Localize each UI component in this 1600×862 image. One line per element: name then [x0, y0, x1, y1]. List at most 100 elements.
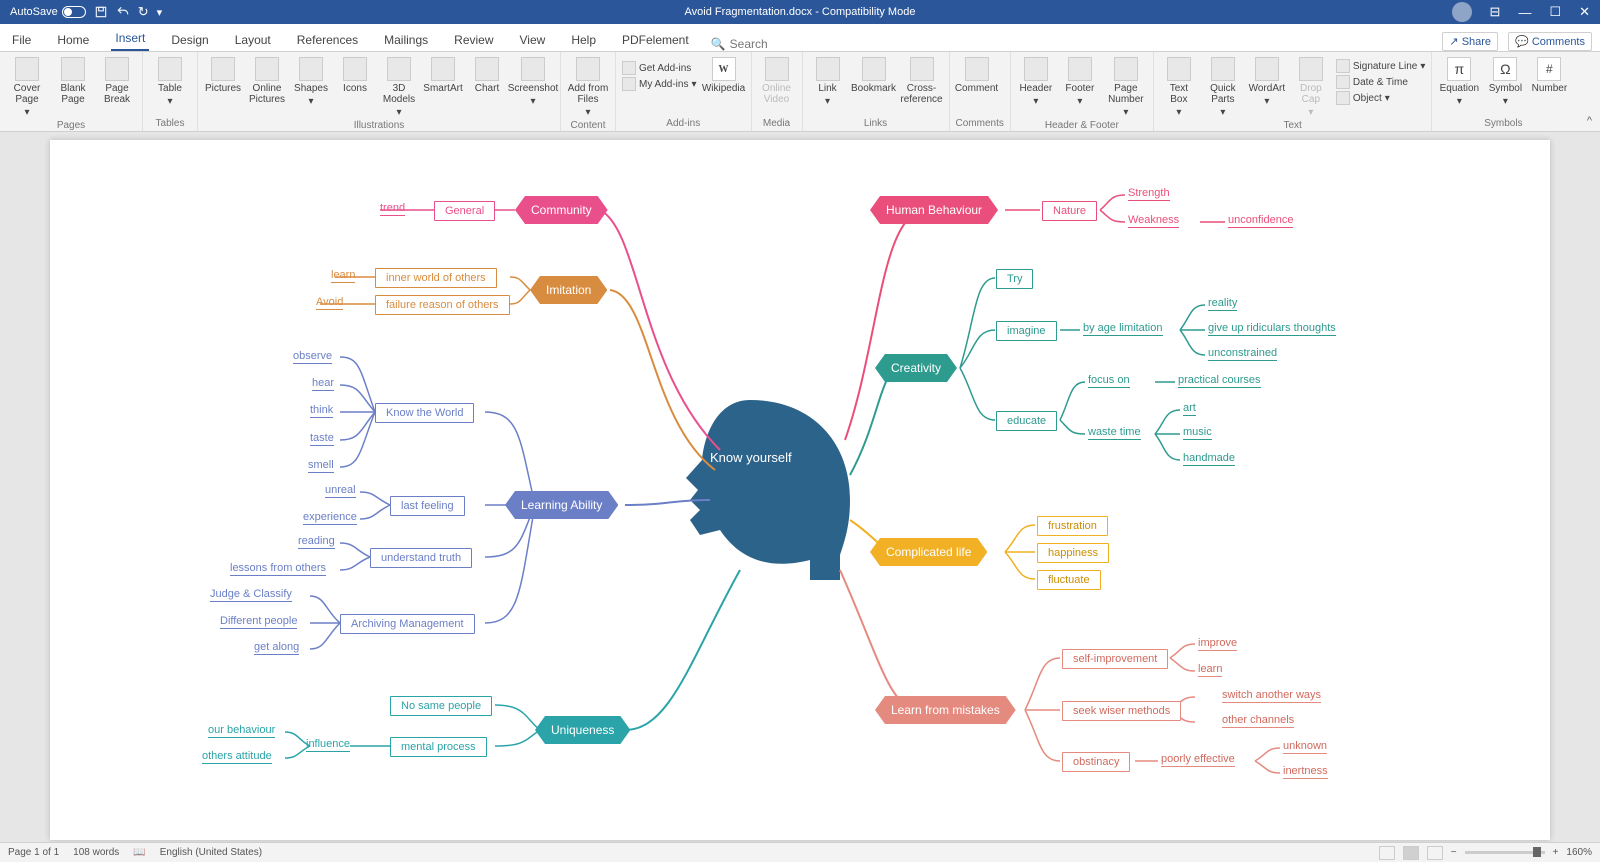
tab-view[interactable]: View	[516, 33, 550, 51]
tab-file[interactable]: File	[8, 33, 35, 51]
box-nature[interactable]: Nature	[1042, 201, 1097, 221]
leaf-think[interactable]: think	[310, 404, 333, 418]
wordart-button[interactable]: WordArt▾	[1248, 55, 1286, 107]
zoom-in[interactable]: +	[1553, 847, 1559, 858]
tab-layout[interactable]: Layout	[231, 33, 275, 51]
online-pictures-button[interactable]: Online Pictures	[248, 55, 286, 105]
leaf-reading[interactable]: reading	[298, 535, 335, 549]
leaf-getalong[interactable]: get along	[254, 641, 299, 655]
spellcheck-icon[interactable]: 📖	[133, 847, 145, 858]
view-read[interactable]	[1379, 846, 1395, 860]
branch-complicated[interactable]: Complicated life	[870, 538, 987, 566]
branch-community[interactable]: Community	[515, 196, 608, 224]
share-button[interactable]: ↗ Share	[1442, 32, 1498, 51]
leaf-switch[interactable]: switch another ways	[1222, 689, 1321, 703]
status-lang[interactable]: English (United States)	[160, 847, 262, 858]
leaf-judge[interactable]: Judge & Classify	[210, 588, 292, 602]
central-node[interactable]: Know yourself	[710, 450, 792, 465]
leaf-focuson[interactable]: focus on	[1088, 374, 1130, 388]
quick-parts-button[interactable]: Quick Parts▾	[1204, 55, 1242, 118]
minimize-icon[interactable]: —	[1518, 5, 1531, 20]
online-video-button[interactable]: Online Video	[758, 55, 796, 105]
box-failure-reason[interactable]: failure reason of others	[375, 295, 510, 315]
user-avatar[interactable]	[1452, 2, 1472, 22]
textbox-button[interactable]: Text Box▾	[1160, 55, 1198, 118]
header-button[interactable]: Header▾	[1017, 55, 1055, 107]
cross-reference-button[interactable]: Cross-reference	[901, 55, 943, 105]
leaf-experience[interactable]: experience	[303, 511, 357, 525]
leaf-inertness[interactable]: inertness	[1283, 765, 1328, 779]
leaf-unreal[interactable]: unreal	[325, 484, 356, 498]
leaf-hear[interactable]: hear	[312, 377, 334, 391]
comment-button[interactable]: Comment	[956, 55, 998, 94]
page[interactable]: Know yourself Community General trend Im…	[50, 140, 1550, 840]
box-understand-truth[interactable]: understand truth	[370, 548, 472, 568]
leaf-weakness[interactable]: Weakness	[1128, 214, 1179, 228]
pictures-button[interactable]: Pictures	[204, 55, 242, 94]
leaf-learn[interactable]: learn	[331, 269, 355, 283]
box-general[interactable]: General	[434, 201, 495, 221]
box-seekwiser[interactable]: seek wiser methods	[1062, 701, 1181, 721]
leaf-trend[interactable]: trend	[380, 202, 405, 216]
box-archiving[interactable]: Archiving Management	[340, 614, 475, 634]
comments-button[interactable]: 💬 Comments	[1508, 32, 1592, 51]
leaf-different[interactable]: Different people	[220, 615, 297, 629]
leaf-practical[interactable]: practical courses	[1178, 374, 1261, 388]
tab-mailings[interactable]: Mailings	[380, 33, 432, 51]
ribbon-collapse-icon[interactable]: ^	[1587, 115, 1592, 127]
leaf-unconfidence[interactable]: unconfidence	[1228, 214, 1293, 228]
status-page[interactable]: Page 1 of 1	[8, 847, 59, 858]
leaf-improve[interactable]: improve	[1198, 637, 1237, 651]
leaf-reality[interactable]: reality	[1208, 297, 1237, 311]
save-icon[interactable]	[94, 5, 108, 19]
branch-learning[interactable]: Learning Ability	[505, 491, 618, 519]
leaf-mlearn[interactable]: learn	[1198, 663, 1222, 677]
branch-creativity[interactable]: Creativity	[875, 354, 957, 382]
leaf-wastetime[interactable]: waste time	[1088, 426, 1141, 440]
tab-review[interactable]: Review	[450, 33, 497, 51]
view-web[interactable]	[1427, 846, 1443, 860]
box-last-feeling[interactable]: last feeling	[390, 496, 465, 516]
page-number-button[interactable]: Page Number▾	[1105, 55, 1147, 118]
box-mental[interactable]: mental process	[390, 737, 487, 757]
leaf-poorly[interactable]: poorly effective	[1161, 753, 1235, 767]
box-obstinacy[interactable]: obstinacy	[1062, 752, 1130, 772]
leaf-smell[interactable]: smell	[308, 459, 334, 473]
3d-models-button[interactable]: 3D Models▾	[380, 55, 418, 118]
branch-uniqueness[interactable]: Uniqueness	[535, 716, 630, 744]
box-imagine[interactable]: imagine	[996, 321, 1057, 341]
object-button[interactable]: Object ▾	[1336, 91, 1426, 105]
leaf-unknown[interactable]: unknown	[1283, 740, 1327, 754]
autosave-toggle[interactable]: AutoSave	[10, 6, 86, 18]
chart-button[interactable]: Chart	[468, 55, 506, 94]
tab-references[interactable]: References	[293, 33, 362, 51]
box-nosame[interactable]: No same people	[390, 696, 492, 716]
box-frustration[interactable]: frustration	[1037, 516, 1108, 536]
branch-human[interactable]: Human Behaviour	[870, 196, 998, 224]
leaf-unconstrained[interactable]: unconstrained	[1208, 347, 1277, 361]
box-know-world[interactable]: Know the World	[375, 403, 474, 423]
leaf-taste[interactable]: taste	[310, 432, 334, 446]
get-addins-button[interactable]: Get Add-ins	[622, 61, 697, 75]
tab-design[interactable]: Design	[167, 33, 212, 51]
tab-home[interactable]: Home	[53, 33, 93, 51]
ribbon-options-icon[interactable]: ⊟	[1490, 4, 1501, 20]
cover-page-button[interactable]: Cover Page▾	[6, 55, 48, 118]
leaf-avoid[interactable]: Avoid	[316, 296, 343, 310]
signature-line-button[interactable]: Signature Line ▾	[1336, 59, 1426, 73]
leaf-channels[interactable]: other channels	[1222, 714, 1294, 728]
symbol-button[interactable]: ΩSymbol▾	[1486, 55, 1524, 107]
close-icon[interactable]: ✕	[1579, 4, 1590, 20]
zoom-out[interactable]: −	[1451, 847, 1457, 858]
box-fluctuate[interactable]: fluctuate	[1037, 570, 1101, 590]
box-happiness[interactable]: happiness	[1037, 543, 1109, 563]
zoom-value[interactable]: 160%	[1566, 847, 1592, 858]
equation-button[interactable]: πEquation▾	[1438, 55, 1480, 107]
leaf-art[interactable]: art	[1183, 402, 1196, 416]
date-time-button[interactable]: Date & Time	[1336, 75, 1426, 89]
qat-more[interactable]: ▾	[157, 6, 163, 19]
dropcap-button[interactable]: Drop Cap▾	[1292, 55, 1330, 118]
zoom-slider[interactable]	[1465, 851, 1545, 854]
redo-icon[interactable]: ↻	[138, 4, 149, 20]
leaf-handmade[interactable]: handmade	[1183, 452, 1235, 466]
